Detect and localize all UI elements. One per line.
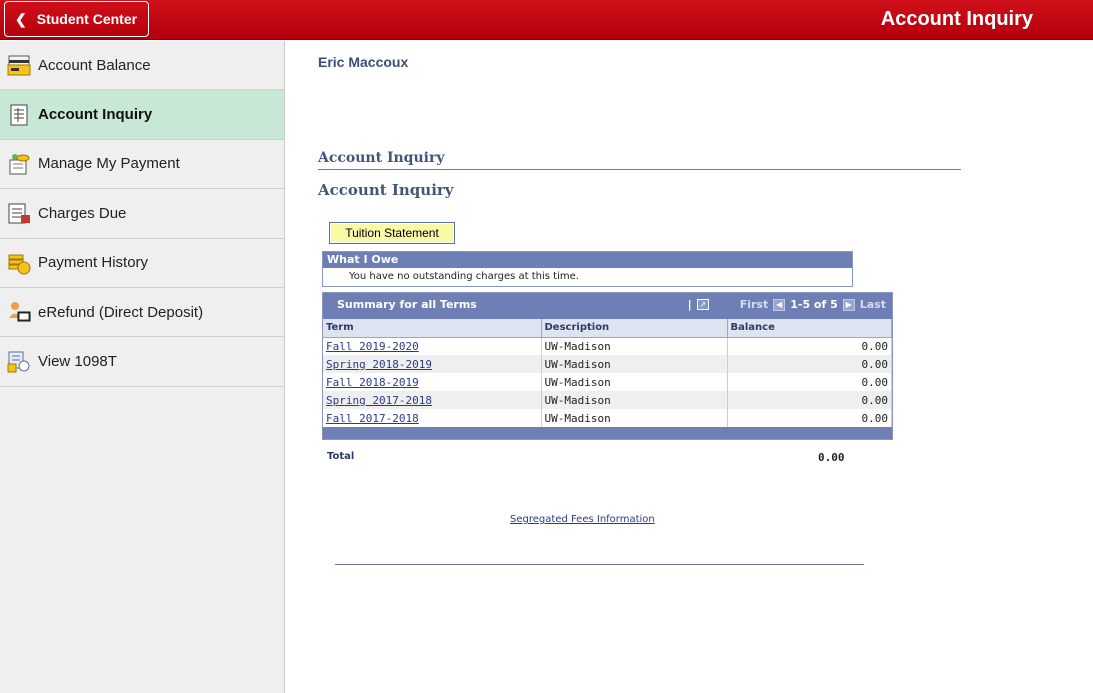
- divider: [335, 564, 864, 565]
- charges-due-icon: [6, 200, 32, 226]
- term-cell: Fall 2017-2018: [323, 409, 542, 427]
- column-header-balance[interactable]: Balance: [727, 319, 892, 338]
- nav-first-link[interactable]: First: [740, 298, 769, 311]
- description-cell: UW-Madison: [541, 391, 728, 409]
- description-cell: UW-Madison: [541, 373, 728, 391]
- sidebar-item-label: eRefund (Direct Deposit): [38, 303, 204, 321]
- description-cell: UW-Madison: [541, 355, 728, 373]
- what-i-owe-message: You have no outstanding charges at this …: [349, 271, 579, 282]
- balance-cell: 0.00: [727, 373, 892, 391]
- sidebar-item-label: Charges Due: [38, 204, 127, 222]
- sidebar-item-label: View 1098T: [38, 353, 117, 371]
- summary-grid: Summary for all Terms | ↗ First ◀ 1-5 of…: [322, 292, 893, 440]
- nav-separator: |: [687, 298, 692, 311]
- grid-navigation: | ↗ First ◀ 1-5 of 5 ▶ Last: [688, 298, 886, 311]
- summary-grid-header: Summary for all Terms | ↗ First ◀ 1-5 of…: [323, 293, 892, 319]
- sidebar: Account Balance Account Inquiry Manage M…: [0, 41, 285, 693]
- summary-table: Term Description Balance Fall 2019-2020 …: [323, 319, 892, 427]
- payment-history-icon: [6, 250, 32, 276]
- sidebar-item-label: Account Balance: [38, 56, 151, 74]
- view-all-icon[interactable]: ↗: [696, 299, 709, 310]
- main-content: Eric Maccoux Account Inquiry Account Inq…: [286, 41, 1093, 693]
- total-value: 0.00: [818, 451, 845, 464]
- chevron-left-icon: ❮: [15, 10, 27, 27]
- sidebar-item-payment-history[interactable]: Payment History: [0, 239, 284, 288]
- table-row: Spring 2018-2019 UW-Madison 0.00: [323, 355, 892, 373]
- sidebar-item-charges-due[interactable]: Charges Due: [0, 189, 284, 239]
- total-label: Total: [327, 451, 355, 462]
- description-cell: UW-Madison: [541, 337, 728, 355]
- manage-payment-icon: [6, 151, 32, 177]
- sidebar-item-view-1098t[interactable]: View 1098T: [0, 337, 284, 387]
- account-inquiry-icon: [6, 102, 32, 128]
- table-row: Fall 2019-2020 UW-Madison 0.00: [323, 337, 892, 355]
- sidebar-item-account-balance[interactable]: Account Balance: [0, 41, 284, 91]
- term-cell: Spring 2017-2018: [323, 391, 542, 409]
- column-header-term[interactable]: Term: [323, 319, 542, 338]
- balance-cell: 0.00: [727, 409, 892, 427]
- nav-last-link[interactable]: Last: [860, 298, 886, 311]
- summary-title: Summary for all Terms: [337, 298, 477, 311]
- app-header: ❮ Student Center Account Inquiry: [0, 0, 1093, 40]
- account-balance-icon: [6, 52, 32, 78]
- back-button-label: Student Center: [36, 11, 138, 27]
- term-cell: Fall 2019-2020: [323, 337, 542, 355]
- student-center-back-button[interactable]: ❮ Student Center: [4, 1, 149, 37]
- table-row: Fall 2018-2019 UW-Madison 0.00: [323, 373, 892, 391]
- what-i-owe-header: What I Owe: [323, 252, 852, 268]
- section-title: Account Inquiry: [318, 150, 961, 170]
- page-title: Account Inquiry: [318, 181, 454, 199]
- sidebar-item-manage-my-payment[interactable]: Manage My Payment: [0, 140, 284, 190]
- balance-cell: 0.00: [727, 355, 892, 373]
- term-link[interactable]: Spring 2018-2019: [326, 358, 432, 371]
- table-header-row: Term Description Balance: [323, 319, 892, 338]
- term-link[interactable]: Fall 2019-2020: [326, 340, 419, 353]
- summary-grid-footer: [323, 427, 892, 439]
- term-link[interactable]: Fall 2017-2018: [326, 412, 419, 425]
- arrow-left-icon[interactable]: ◀: [773, 298, 786, 311]
- term-cell: Spring 2018-2019: [323, 355, 542, 373]
- balance-cell: 0.00: [727, 391, 892, 409]
- description-cell: UW-Madison: [541, 409, 728, 427]
- term-cell: Fall 2018-2019: [323, 373, 542, 391]
- arrow-right-icon[interactable]: ▶: [842, 298, 855, 311]
- tuition-statement-button[interactable]: Tuition Statement: [329, 222, 455, 244]
- sidebar-item-erefund[interactable]: eRefund (Direct Deposit): [0, 288, 284, 338]
- sidebar-item-label: Payment History: [38, 254, 149, 272]
- nav-range: 1-5 of 5: [790, 298, 838, 311]
- term-link[interactable]: Fall 2018-2019: [326, 376, 419, 389]
- student-name: Eric Maccoux: [318, 54, 409, 70]
- table-row: Fall 2017-2018 UW-Madison 0.00: [323, 409, 892, 427]
- page-header-title: Account Inquiry: [880, 8, 1033, 30]
- sidebar-item-account-inquiry[interactable]: Account Inquiry: [0, 90, 284, 140]
- segregated-fees-link[interactable]: Segregated Fees Information: [510, 514, 655, 525]
- term-link[interactable]: Spring 2017-2018: [326, 394, 432, 407]
- balance-cell: 0.00: [727, 337, 892, 355]
- column-header-description[interactable]: Description: [541, 319, 728, 338]
- what-i-owe-box: What I Owe You have no outstanding charg…: [322, 251, 853, 287]
- sidebar-item-label: Manage My Payment: [38, 155, 180, 173]
- view-1098t-icon: [6, 349, 32, 375]
- table-row: Spring 2017-2018 UW-Madison 0.00: [323, 391, 892, 409]
- sidebar-item-label: Account Inquiry: [38, 106, 153, 124]
- erefund-icon: [6, 299, 32, 325]
